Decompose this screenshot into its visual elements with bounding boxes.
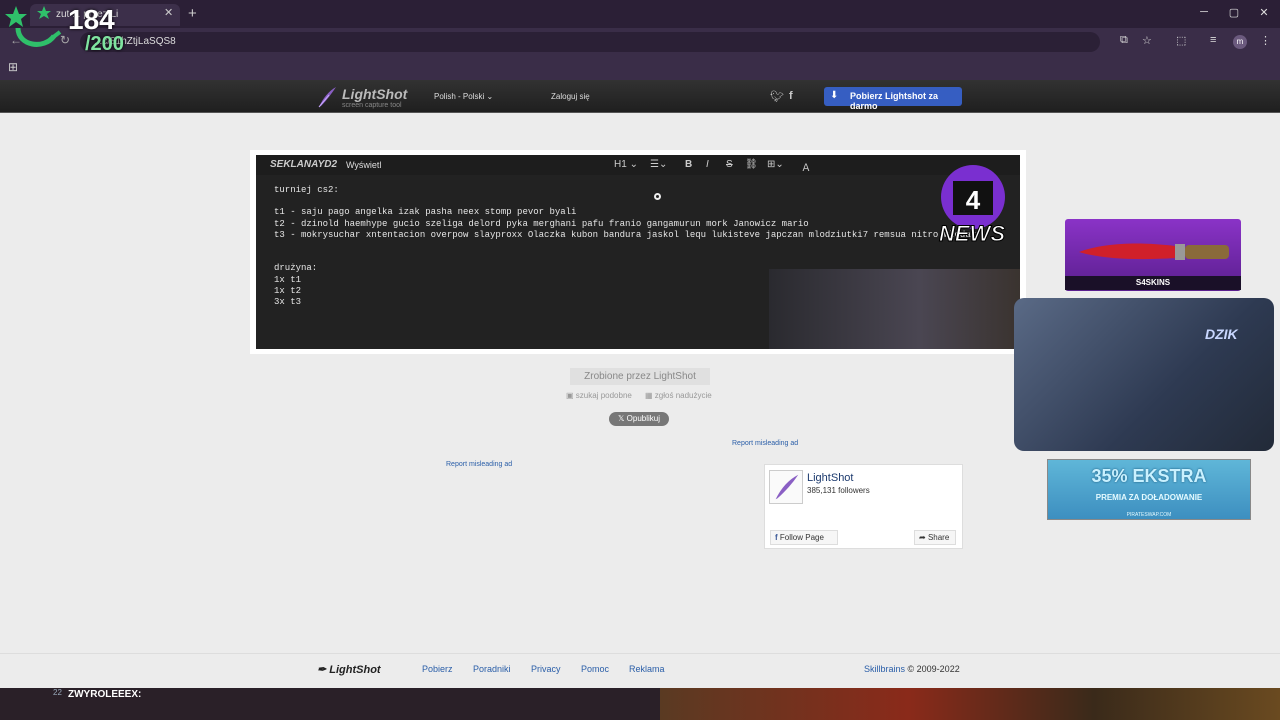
- screenshot-text-line: 1x t2: [274, 285, 302, 296]
- minimize-icon[interactable]: ─: [1194, 6, 1214, 18]
- report-ad-link-1[interactable]: Report misleading ad: [732, 440, 798, 447]
- lightshot-avatar[interactable]: [769, 470, 803, 504]
- maximize-icon[interactable]: ▢: [1224, 6, 1244, 19]
- screenshot-text-line: drużyna:: [274, 263, 318, 274]
- promo-headline: 35% EKSTRA: [1091, 466, 1207, 486]
- screenshot-text-line: t2 - dzinold haemhype gucio szeliga delo…: [274, 218, 809, 229]
- screenshot-text-line: turniej cs2:: [274, 185, 339, 195]
- search-similar-label: szukaj podobne: [575, 391, 632, 400]
- publish-label: Opublikuj: [626, 414, 661, 423]
- spellcheck-icon: Ａ: [801, 163, 811, 174]
- download-icon: ⬇: [830, 90, 839, 101]
- link-icon: ⛓: [745, 159, 758, 170]
- webcam-label: DZIK: [1205, 326, 1238, 342]
- screenshot-text: turniej cs2: t1 - saju pago angelka izak …: [274, 185, 976, 308]
- cursor-dot-icon: [654, 193, 661, 200]
- fb-followers: 385,131 followers: [807, 486, 870, 495]
- publish-button[interactable]: 𝕏 Opublikuj: [609, 412, 669, 426]
- chevron-down-icon: ⌄: [486, 92, 494, 101]
- feather-logo-icon: [318, 87, 336, 108]
- footer-link-guides[interactable]: Poradniki: [473, 664, 511, 674]
- follow-label: Follow Page: [779, 533, 824, 542]
- fb-page-name[interactable]: LightShot: [807, 472, 853, 484]
- site-logo-subtitle: screen capture tool: [342, 102, 402, 109]
- footer-link-privacy[interactable]: Privacy: [531, 664, 561, 674]
- game-footage-strip: [660, 688, 1280, 720]
- screenshot-text-line: 3x t3: [274, 296, 302, 307]
- news-text: NEWS: [939, 221, 1005, 246]
- share-button[interactable]: ➦ Share: [914, 530, 956, 545]
- made-by-label: Zrobione przez LightShot: [570, 368, 710, 385]
- news-logo-icon: 4 NEWS: [939, 165, 1006, 247]
- list-icon: ☰⌄: [650, 159, 668, 170]
- promo-url: PIRATESWAP.COM: [1126, 512, 1172, 518]
- screenshot-text-line: 1x t1: [274, 274, 302, 285]
- new-tab-icon[interactable]: +: [188, 5, 197, 22]
- copyright-text: © 2009-2022: [907, 664, 960, 674]
- promo-subtitle: PREMIA ZA DOŁADOWANIE: [1095, 493, 1203, 502]
- language-select[interactable]: Polish - Polski ⌄: [434, 92, 493, 101]
- site-header: [0, 80, 1280, 113]
- report-abuse-label: zgłoś nadużycie: [654, 391, 712, 400]
- screenshot-text-line: t3 - mokrysuchar xntentacion overpow sla…: [274, 229, 977, 240]
- feather-icon: ✒: [317, 664, 327, 676]
- profile-avatar[interactable]: m: [1233, 35, 1247, 49]
- bookmark-star-icon[interactable]: ☆: [1142, 34, 1152, 47]
- strikethrough-icon: S: [726, 159, 733, 170]
- close-tab-icon[interactable]: ✕: [164, 6, 173, 19]
- camera-icon: ▣: [566, 391, 574, 400]
- login-link[interactable]: Zaloguj się: [551, 92, 590, 101]
- facebook-icon[interactable]: f: [789, 90, 793, 102]
- flag-icon: ▦: [645, 391, 653, 400]
- footer-link-ads[interactable]: Reklama: [629, 664, 665, 674]
- site-logo[interactable]: LightShot: [342, 86, 407, 102]
- skins-label: S4SKINS: [1065, 276, 1241, 290]
- bold-icon: B: [685, 159, 693, 170]
- report-abuse-link[interactable]: ▦ zgłoś nadużycie: [645, 391, 712, 400]
- streamer-webcam: [1014, 298, 1274, 451]
- search-similar-link[interactable]: ▣ szukaj podobne: [566, 391, 632, 400]
- extensions-icon[interactable]: ⬚: [1176, 34, 1186, 47]
- report-ad-link-2[interactable]: Report misleading ad: [446, 461, 512, 468]
- screenshot-text-line: [274, 241, 976, 252]
- screenshot-view-label: Wyświetl: [346, 160, 382, 170]
- chat-badge: 22: [53, 688, 62, 697]
- footer-logo-text: LightShot: [329, 664, 381, 676]
- knife-icon: [1079, 243, 1229, 260]
- share-icon: ➦: [919, 533, 926, 542]
- star-overlay-icon: [5, 6, 62, 47]
- screenshot-text-line: [274, 252, 976, 263]
- address-bar[interactable]: ...c/81hZtjLaSQS8: [80, 32, 1100, 52]
- apps-grid-icon[interactable]: ⊞: [8, 60, 18, 74]
- chat-username: ZWYROLEEEX:: [68, 689, 142, 700]
- language-label: Polish - Polski: [434, 92, 485, 101]
- follow-page-button[interactable]: f Follow Page: [770, 530, 838, 545]
- footer-logo[interactable]: ✒ LightShot: [317, 663, 381, 676]
- svg-text:4: 4: [966, 185, 981, 215]
- download-button[interactable]: Pobierz Lightshot za darmo: [824, 87, 962, 111]
- facebook-icon: f: [775, 533, 778, 542]
- counter-total: /200: [85, 33, 124, 55]
- bookmarks-bar: [0, 56, 1280, 80]
- heading-label: H1: [614, 159, 627, 170]
- share-label: Share: [927, 533, 950, 542]
- counter-main: 184: [68, 4, 115, 35]
- italic-icon: I: [706, 159, 709, 170]
- screenshot-text-line: [274, 196, 976, 207]
- screenshot-brand: SEKLANAYD2: [270, 159, 338, 170]
- menu-icon[interactable]: ⋮: [1260, 34, 1271, 47]
- window-close-icon[interactable]: ✕: [1254, 6, 1274, 19]
- screenshot-text-line: t1 - saju pago angelka izak pasha neex s…: [274, 207, 577, 218]
- media-icon[interactable]: ≡: [1210, 34, 1216, 46]
- x-icon: 𝕏: [617, 414, 625, 423]
- twitter-icon[interactable]: 🐦︎: [770, 90, 784, 103]
- cast-icon[interactable]: ⧉: [1120, 34, 1128, 47]
- footer-link-download[interactable]: Pobierz: [422, 664, 453, 674]
- heading-select: H1 ⌄: [614, 159, 638, 170]
- table-icon: ⊞⌄: [767, 159, 784, 170]
- footer-copyright: Skillbrains © 2009-2022: [864, 664, 960, 674]
- company-link[interactable]: Skillbrains: [864, 664, 905, 674]
- footer-link-help[interactable]: Pomoc: [581, 664, 609, 674]
